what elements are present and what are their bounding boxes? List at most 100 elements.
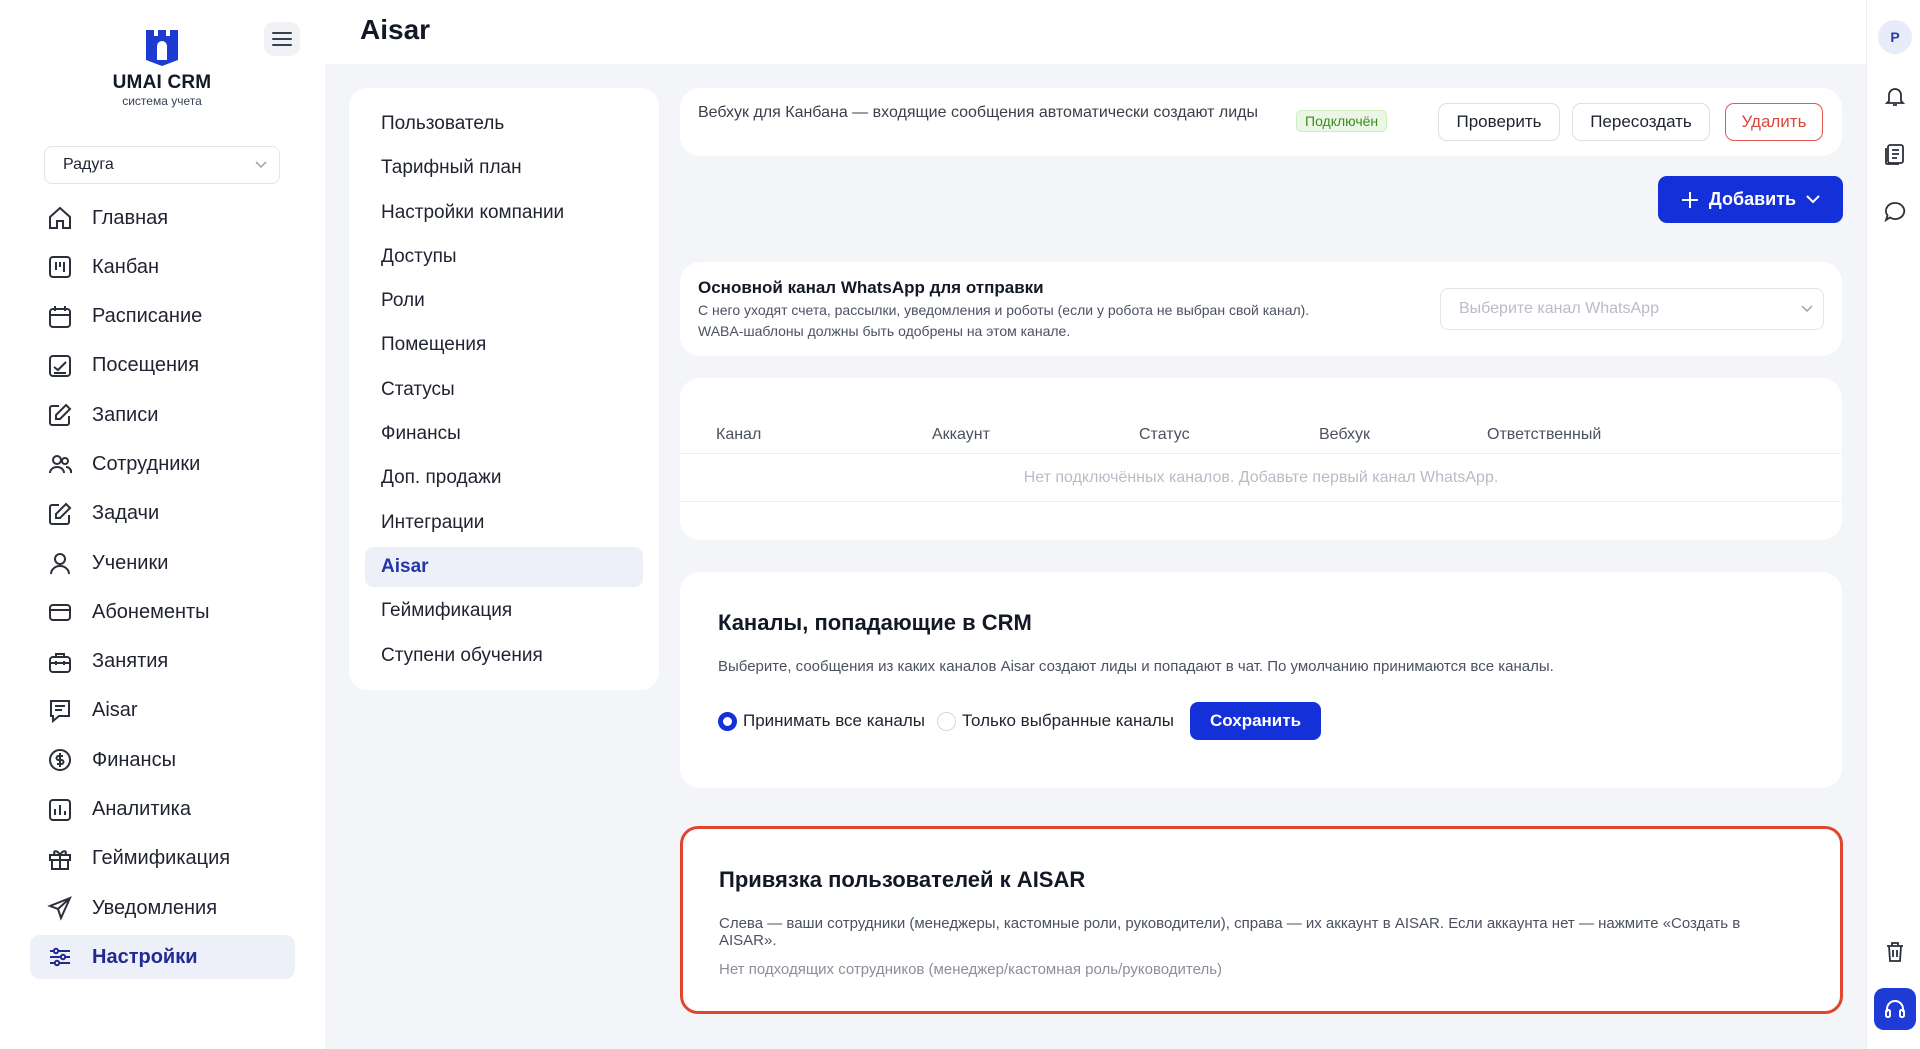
edit-icon (46, 401, 74, 429)
settings-item-levels[interactable]: Ступени обучения (365, 636, 643, 676)
company-select-value: Радуга (63, 156, 114, 173)
settings-item-statuses[interactable]: Статусы (365, 370, 643, 410)
nav-item-employees[interactable]: Сотрудники (30, 442, 295, 486)
nav-item-label: Задачи (92, 502, 160, 525)
nav-item-classes[interactable]: Занятия (30, 640, 295, 684)
nav-item-aisar[interactable]: Aisar (30, 689, 295, 733)
gift-icon (46, 845, 74, 873)
nav-item-schedule[interactable]: Расписание (30, 295, 295, 339)
kanban-icon (46, 253, 74, 281)
nav-item-finance[interactable]: Финансы (30, 738, 295, 782)
nav-item-label: Ученики (92, 551, 169, 574)
nav-item-attendance[interactable]: Посещения (30, 344, 295, 388)
settings-item-company[interactable]: Настройки компании (365, 193, 643, 233)
nav-item-analytics[interactable]: Аналитика (30, 788, 295, 832)
nav-item-label: Aisar (92, 699, 138, 722)
check-button[interactable]: Проверить (1438, 103, 1560, 141)
settings-item-upsells[interactable]: Доп. продажи (365, 458, 643, 498)
whatsapp-desc-line: С него уходят счета, рассылки, уведомлен… (698, 302, 1310, 318)
channels-table: Канал Аккаунт Статус Вебхук Ответственны… (680, 378, 1842, 540)
tasks-icon (46, 500, 74, 528)
webhook-description: Вебхук для Канбана — входящие сообщения … (698, 104, 1259, 121)
radio-selected-channels-label[interactable]: Только выбранные каналы (962, 711, 1174, 731)
column-header-channel[interactable]: Канал (716, 426, 761, 444)
users-icon (46, 450, 74, 478)
crm-channels-card: Каналы, попадающие в CRM Выберите, сообщ… (680, 572, 1842, 788)
home-icon (46, 204, 74, 232)
chevron-down-icon (1801, 305, 1813, 313)
add-channel-button[interactable]: Добавить (1658, 176, 1843, 223)
nav-item-label: Настройки (92, 945, 198, 968)
channel-mode-radio-group: Принимать все каналы Только выбранные ка… (718, 702, 1322, 740)
message-icon[interactable] (1881, 198, 1909, 226)
whatsapp-card-title: Основной канал WhatsApp для отправки (698, 278, 1044, 297)
save-button[interactable]: Сохранить (1190, 702, 1322, 740)
settings-item-aisar[interactable]: Aisar (365, 546, 643, 587)
whatsapp-desc-line: WABA-шаблоны должны быть одобрены на это… (698, 323, 1071, 339)
delete-button[interactable]: Удалить (1725, 103, 1823, 141)
settings-item-rooms[interactable]: Помещения (365, 325, 643, 365)
right-rail: P (1866, 0, 1920, 1049)
user-binding-empty-state: Нет подходящих сотрудников (менеджер/кас… (719, 961, 1223, 978)
settings-item-gamification[interactable]: Геймификация (365, 591, 643, 631)
whatsapp-card-description: С него уходят счета, рассылки, уведомлен… (698, 300, 1398, 342)
document-icon[interactable] (1881, 140, 1909, 168)
nav-item-kanban[interactable]: Канбан (30, 245, 295, 289)
recreate-button[interactable]: Пересоздать (1572, 103, 1710, 141)
radio-all-channels[interactable] (718, 711, 737, 731)
castle-logo-icon (146, 30, 178, 66)
whatsapp-channel-select[interactable]: Выберите канал WhatsApp (1440, 288, 1824, 330)
user-binding-description: Слева — ваши сотрудники (менеджеры, каст… (719, 915, 1741, 949)
nav-item-gamification[interactable]: Геймификация (30, 837, 295, 881)
chevron-down-icon (1806, 195, 1820, 204)
nav-item-tasks[interactable]: Задачи (30, 492, 295, 536)
status-badge: Подключён (1296, 110, 1388, 132)
support-button[interactable] (1874, 988, 1916, 1030)
nav-item-label: Занятия (92, 650, 169, 673)
trash-icon[interactable] (1881, 938, 1909, 966)
column-header-status[interactable]: Статус (1139, 426, 1190, 444)
nav-item-notifications[interactable]: Уведомления (30, 886, 295, 930)
bell-icon[interactable] (1881, 82, 1909, 110)
nav-item-subscriptions[interactable]: Абонементы (30, 590, 295, 634)
nav-item-label: Главная (92, 206, 169, 229)
radio-selected-channels[interactable] (936, 711, 956, 731)
settings-item-finance[interactable]: Финансы (365, 414, 643, 454)
settings-item-access[interactable]: Доступы (365, 237, 643, 277)
chevron-down-icon (255, 161, 267, 169)
brand-name: UMAI CRM (112, 72, 212, 93)
whatsapp-select-placeholder: Выберите канал WhatsApp (1459, 300, 1659, 317)
nav-item-label: Канбан (92, 255, 159, 278)
page-title: Aisar (360, 14, 431, 45)
radio-all-channels-label[interactable]: Принимать все каналы (743, 711, 925, 731)
table-empty-state: Нет подключённых каналов. Добавьте первы… (680, 454, 1842, 502)
settings-item-roles[interactable]: Роли (365, 281, 643, 321)
user-icon (46, 549, 74, 577)
settings-item-tariff[interactable]: Тарифный план (365, 148, 643, 188)
nav-item-label: Финансы (92, 748, 176, 771)
menu-toggle-button[interactable] (264, 22, 300, 56)
brand-logo[interactable]: UMAI CRM система учета (108, 28, 216, 108)
crm-channels-title: Каналы, попадающие в CRM (718, 610, 1032, 635)
column-header-webhook[interactable]: Вебхук (1319, 426, 1370, 444)
hamburger-icon (272, 32, 292, 46)
calendar-icon (46, 303, 74, 331)
nav-item-home[interactable]: Главная (30, 196, 295, 240)
avatar[interactable]: P (1878, 20, 1912, 54)
nav-item-students[interactable]: Ученики (30, 541, 295, 585)
nav-item-records[interactable]: Записи (30, 393, 295, 437)
add-button-label: Добавить (1708, 189, 1797, 209)
nav-item-settings[interactable]: Настройки (30, 935, 295, 980)
top-bar (325, 0, 1866, 64)
dollar-icon (46, 746, 74, 774)
brand-tagline: система учета (122, 94, 202, 108)
crm-channels-description: Выберите, сообщения из каких каналов Ais… (718, 658, 1554, 675)
settings-item-user[interactable]: Пользователь (365, 104, 643, 144)
attendance-icon (46, 352, 74, 380)
column-header-account[interactable]: Аккаунт (932, 426, 990, 444)
settings-item-integrations[interactable]: Интеграции (365, 503, 643, 543)
column-header-responsible[interactable]: Ответственный (1487, 426, 1601, 444)
settings-menu: Пользователь Тарифный план Настройки ком… (349, 88, 659, 690)
sliders-icon (46, 943, 74, 971)
company-select[interactable]: Радуга (44, 146, 280, 184)
